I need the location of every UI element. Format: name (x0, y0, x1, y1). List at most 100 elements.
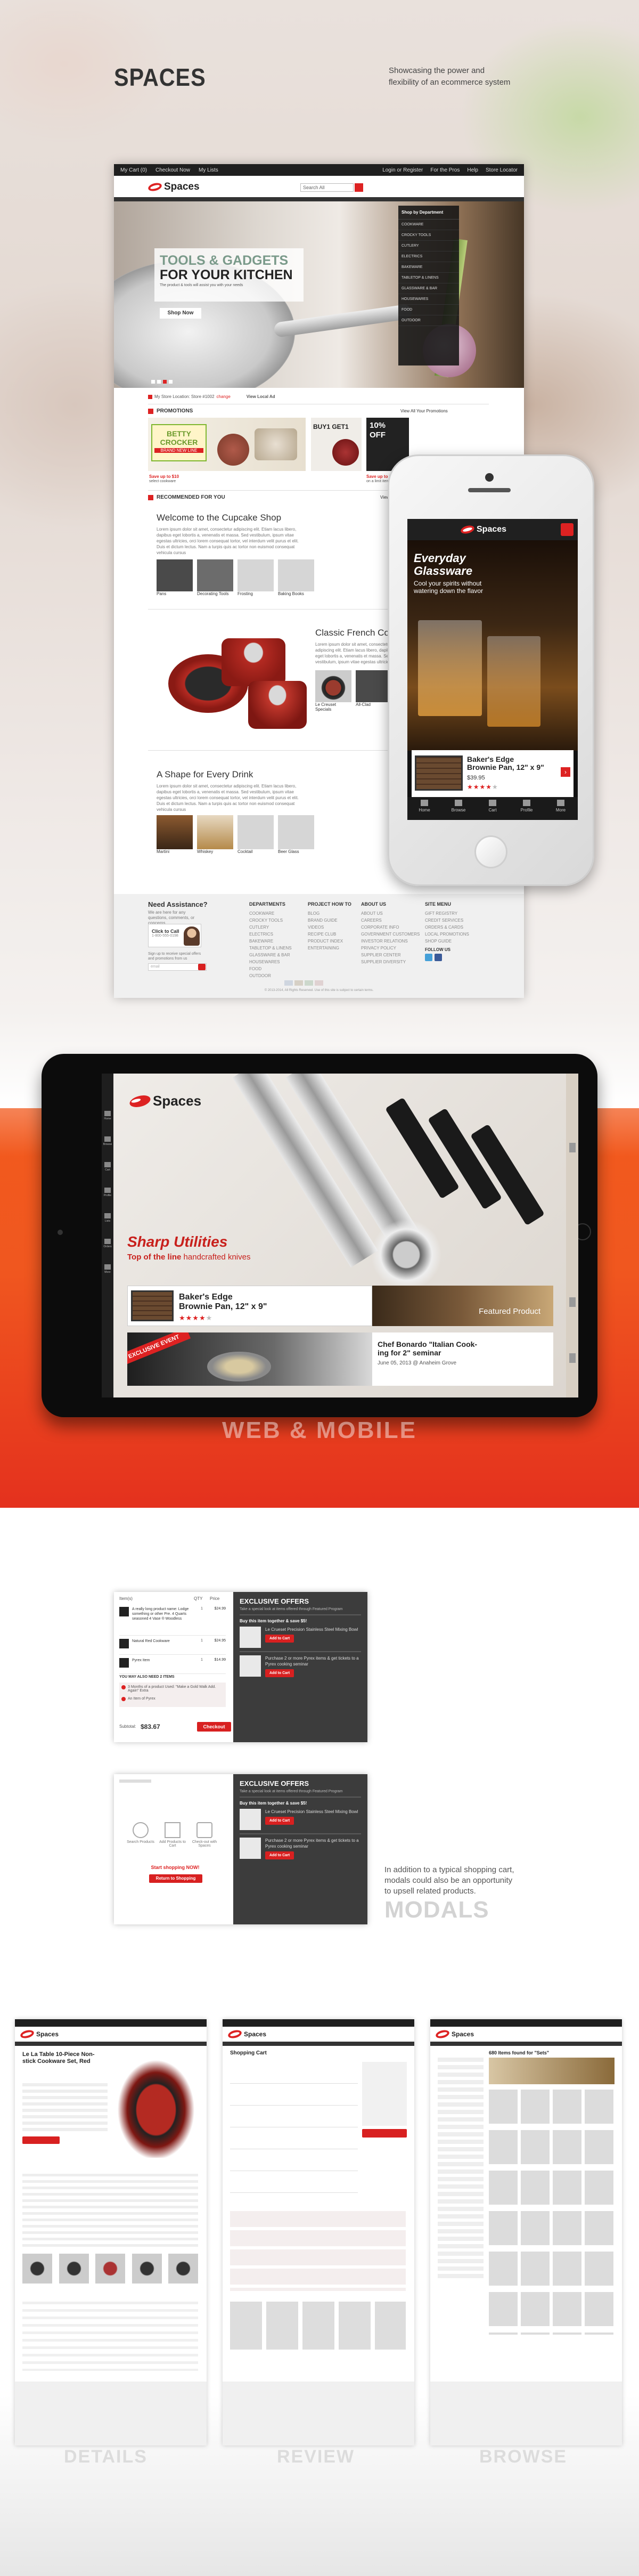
department-item[interactable]: BAKEWARE (398, 262, 459, 273)
cart-item-qty[interactable]: 1 (195, 1639, 209, 1643)
tablet-sidebar-item[interactable]: Orders (102, 1239, 113, 1248)
add-circle-icon[interactable] (121, 1697, 126, 1701)
local-ad-link[interactable]: View Local Ad (247, 394, 275, 399)
category-tile[interactable]: Frosting (237, 559, 274, 596)
footer-link[interactable]: GIFT REGISTRY (425, 910, 469, 917)
related-item[interactable] (132, 2254, 162, 2284)
tablet-sidebar-item[interactable]: More (102, 1264, 113, 1274)
footer-link[interactable]: CAREERS (361, 917, 420, 924)
footer-link[interactable]: PRODUCT INDEX (308, 938, 351, 945)
footer-link[interactable]: INVESTOR RELATIONS (361, 938, 420, 945)
footer-link[interactable]: BAKEWARE (249, 938, 292, 945)
search-input[interactable]: Search All (300, 183, 354, 192)
footer-link[interactable]: SUPPLIER CENTER (361, 952, 420, 958)
phone-search-icon[interactable] (561, 523, 574, 536)
add-to-cart-button[interactable]: Add to Cart (265, 1635, 294, 1643)
carousel-dot[interactable] (151, 380, 155, 384)
cart-link[interactable]: My Cart (0) (120, 167, 147, 173)
tablet-product-card[interactable]: Baker's Edge Brownie Pan, 12" x 9" ★★★★★ (127, 1286, 372, 1326)
tablet-sidebar-item[interactable]: Browse (102, 1136, 113, 1146)
cart-item[interactable]: A really long product name: Lodge someth… (119, 1604, 226, 1636)
category-tile[interactable]: Baking Books (278, 559, 314, 596)
return-shopping-button[interactable]: Return to Shopping (149, 1874, 202, 1883)
lists-link[interactable]: My Lists (199, 167, 218, 173)
category-tile[interactable]: Beer Glass (278, 815, 314, 854)
footer-link[interactable]: CUTLERY (249, 924, 292, 931)
pros-link[interactable]: For the Pros (430, 167, 460, 173)
department-item[interactable]: COOKWARE (398, 220, 459, 230)
footer-link[interactable]: HOUSEWARES (249, 958, 292, 965)
tab-more[interactable]: More (544, 797, 578, 820)
related-item[interactable] (168, 2254, 198, 2284)
event-card[interactable]: Chef Bonardo "Italian Cook- ing for 2" s… (372, 1332, 553, 1386)
add-circle-icon[interactable] (121, 1685, 126, 1689)
related-item[interactable] (22, 2254, 52, 2284)
add-to-cart-button[interactable]: Add to Cart (265, 1851, 294, 1859)
twitter-icon[interactable] (425, 954, 432, 961)
category-tile[interactable]: Pans (157, 559, 193, 596)
tab-profile[interactable]: Profile (510, 797, 544, 820)
login-link[interactable]: Login or Register (382, 167, 423, 173)
category-tile[interactable]: Whiskey (197, 815, 233, 854)
department-item[interactable]: CUTLERY (398, 241, 459, 251)
footer-link[interactable]: TABLETOP & LINENS (249, 945, 292, 952)
details-add-button[interactable] (22, 2136, 60, 2144)
checkout-link[interactable]: Checkout Now (155, 167, 190, 173)
upsell-item[interactable]: An Item of Pyrex (119, 1693, 226, 1701)
tablet-sidebar-item[interactable]: Cart (102, 1162, 113, 1172)
footer-link[interactable]: ABOUT US (361, 910, 420, 917)
add-to-cart-button[interactable]: Add to Cart (265, 1669, 294, 1677)
carousel-dot[interactable] (169, 380, 173, 384)
footer-link[interactable]: SUPPLIER DIVERSITY (361, 958, 420, 965)
tablet-logo[interactable]: Spaces (128, 1093, 201, 1109)
tablet-sidebar-item[interactable]: Lists (102, 1213, 113, 1223)
department-item[interactable]: ELECTRICS (398, 251, 459, 262)
related-item[interactable] (95, 2254, 125, 2284)
footer-link[interactable]: CREDIT SERVICES (425, 917, 469, 924)
footer-link[interactable]: BRAND GUIDE (308, 917, 351, 924)
footer-link[interactable]: FOOD (249, 965, 292, 972)
chevron-right-icon[interactable] (569, 1297, 576, 1307)
cart-item-qty[interactable]: 1 (195, 1658, 209, 1662)
category-tile[interactable]: Cocktail (237, 815, 274, 854)
help-link[interactable]: Help (467, 167, 478, 173)
chevron-right-icon[interactable] (569, 1353, 576, 1363)
footer-link[interactable]: OUTDOOR (249, 972, 292, 979)
footer-link[interactable]: ELECTRICS (249, 931, 292, 938)
department-item[interactable]: OUTDOOR (398, 315, 459, 326)
carousel-dot[interactable] (157, 380, 161, 384)
chevron-right-icon[interactable]: › (561, 767, 570, 777)
tab-browse[interactable]: Browse (441, 797, 476, 820)
upsell-item[interactable]: 3 Months of a product Used: "Make a Gold… (119, 1683, 226, 1693)
footer-link[interactable]: SHOP GUIDE (425, 938, 469, 945)
footer-link[interactable]: GLASSWARE & BAR (249, 952, 292, 958)
click-to-call[interactable]: Click to Call 1-800-555-0198 (148, 924, 201, 947)
phone-home-button[interactable] (474, 835, 507, 868)
shop-now-button[interactable]: Shop Now (160, 308, 201, 319)
footer-link[interactable]: BLOG (308, 910, 351, 917)
phone-product-card[interactable]: Baker's Edge Brownie Pan, 12" x 9" $39.9… (412, 750, 574, 797)
department-item[interactable]: HOUSEWARES (398, 294, 459, 305)
cart-item[interactable]: Natural Red Cookware 1 $24.95 (119, 1636, 226, 1655)
promo-banner-1[interactable]: BETTY CROCKER BRAND NEW LINE (148, 418, 306, 471)
carousel-dot[interactable] (163, 380, 167, 384)
department-item[interactable]: CROCKY TOOLS (398, 230, 459, 241)
department-item[interactable]: GLASSWARE & BAR (398, 283, 459, 294)
checkout-button[interactable]: Checkout (197, 1722, 231, 1732)
add-to-cart-button[interactable]: Add to Cart (265, 1817, 294, 1825)
footer-link[interactable]: GOVERNMENT CUSTOMERS (361, 931, 420, 938)
department-item[interactable]: TABLETOP & LINENS (398, 273, 459, 283)
review-checkout-button[interactable] (362, 2129, 407, 2138)
phone-logo[interactable]: Spaces (460, 524, 506, 535)
store-locator-link[interactable]: Store Locator (486, 167, 518, 173)
footer-link[interactable]: CORPORATE INFO (361, 924, 420, 931)
category-tile[interactable]: All-Clad (356, 670, 392, 712)
view-promotions-link[interactable]: View All Your Promotions (400, 409, 448, 413)
related-item[interactable] (59, 2254, 89, 2284)
change-store-link[interactable]: change (217, 394, 231, 399)
tab-cart[interactable]: Cart (476, 797, 510, 820)
logo[interactable]: Spaces (147, 181, 200, 193)
footer-link[interactable]: LOCAL PROMOTIONS (425, 931, 469, 938)
cart-item-qty[interactable]: 1 (195, 1607, 209, 1611)
footer-link[interactable]: PRIVACY POLICY (361, 945, 420, 952)
